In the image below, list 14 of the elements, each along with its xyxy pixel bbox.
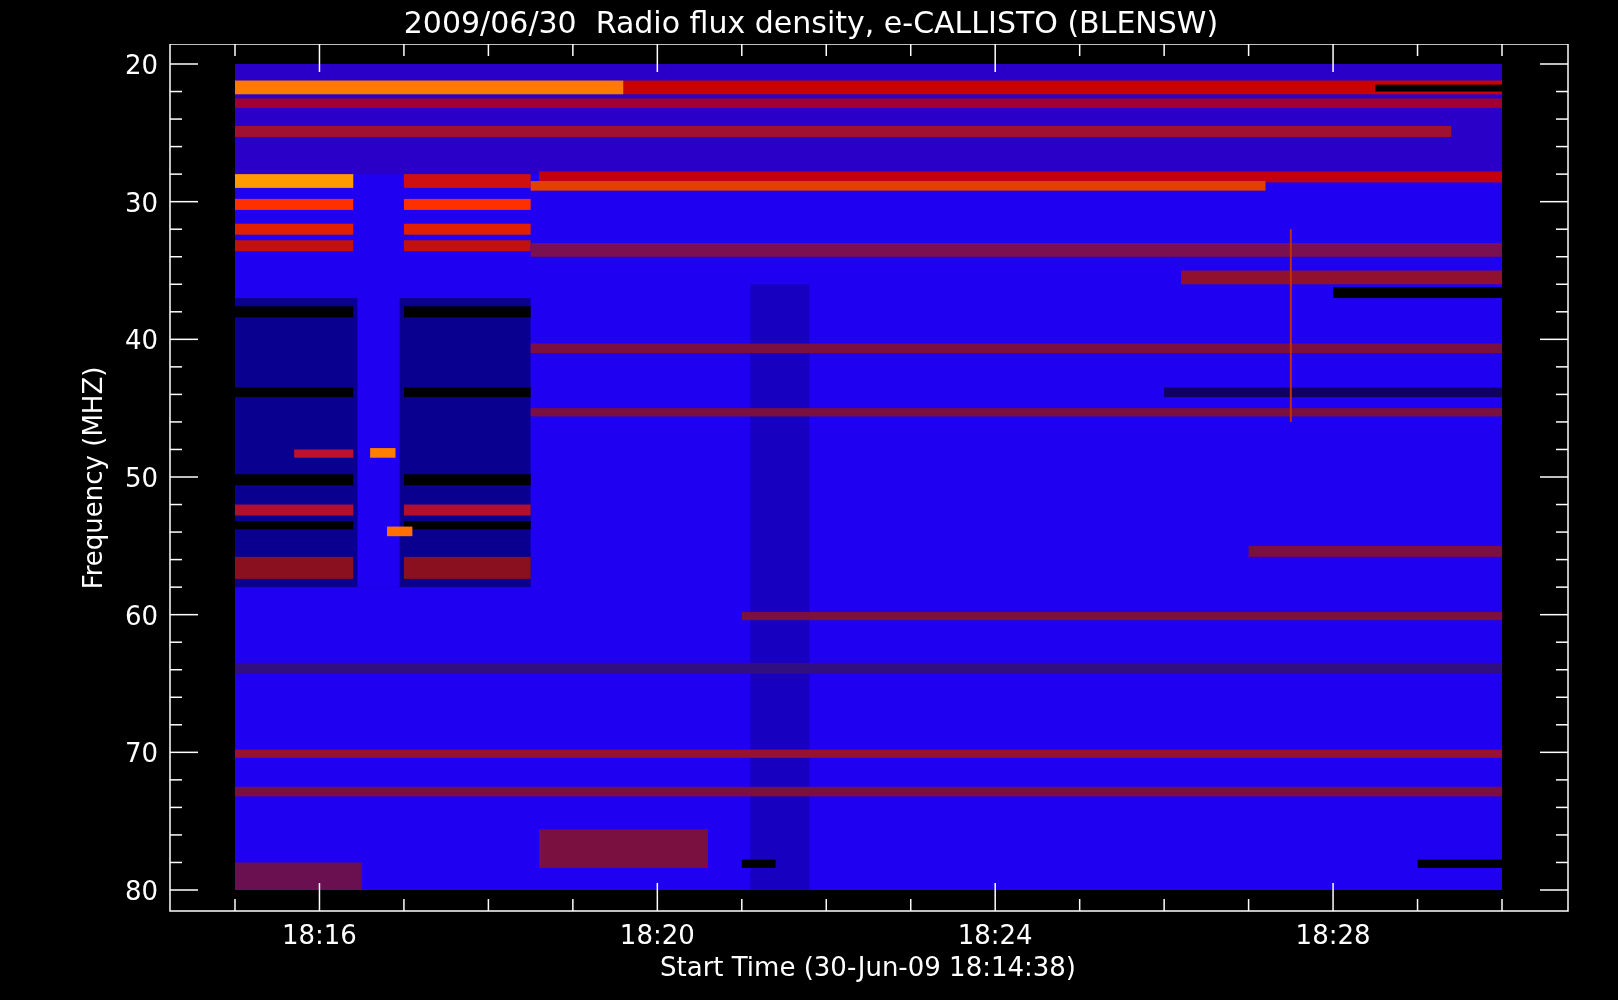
y-tick-label: 50: [124, 463, 158, 493]
y-tick-label: 80: [124, 876, 158, 906]
y-tick-label: 40: [124, 325, 158, 356]
x-tick-label: 18:20: [619, 920, 695, 950]
x-tick-label: 18:28: [1295, 920, 1371, 950]
y-tick-label: 30: [124, 187, 158, 218]
chart-title: 2009/06/30 Radio flux density, e-CALLISTO (BLENSW): [402, 4, 1219, 40]
y-tick-label: 20: [124, 50, 158, 80]
y-tick-label: 70: [124, 738, 158, 769]
x-tick-label: 18:16: [282, 920, 357, 950]
x-axis-label: Start Time (30-Jun-09 18:14:38): [660, 952, 1076, 982]
y-axis-label: Frequency (MHZ): [78, 366, 108, 590]
x-tick-label: 18:24: [957, 920, 1033, 950]
y-tick-label: 60: [124, 600, 158, 631]
